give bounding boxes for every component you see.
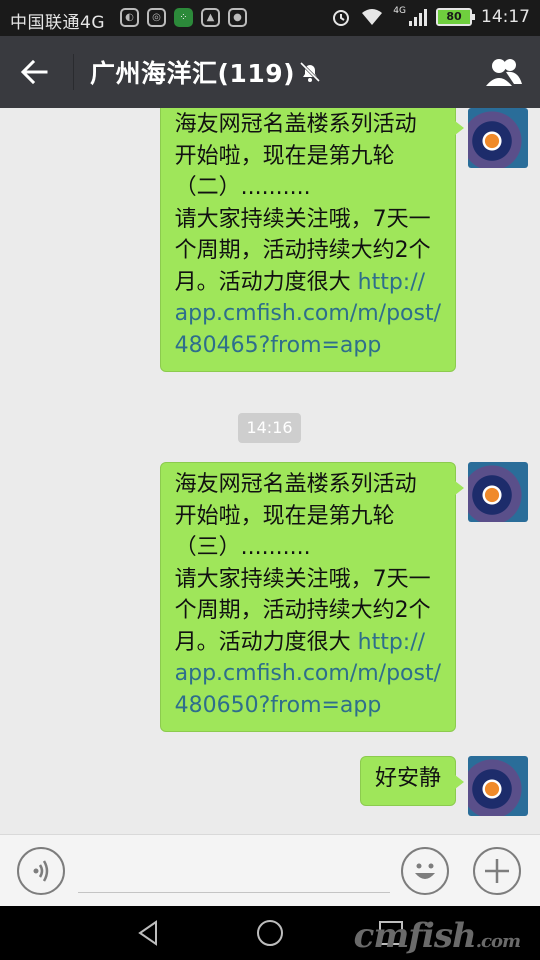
message-row: 海友网冠名盖楼系列活动 开始啦，现在是第九轮 （三）.......... 请大家… <box>159 462 528 732</box>
battery-level: 80 <box>438 10 470 24</box>
message-bubble[interactable]: 海友网冠名盖楼系列活动 开始啦，现在是第九轮 （三）.......... 请大家… <box>159 462 465 732</box>
avatar[interactable] <box>468 462 528 522</box>
chat-header: 广州海洋汇(119) <box>0 36 540 108</box>
muted-bell-icon <box>299 61 321 83</box>
status-bar: 中国联通4G ◐ ◎ ⁘ ▲ ● 4G 80 14:17 <box>0 0 540 36</box>
chat-title: 广州海洋汇(119) <box>90 59 296 88</box>
message-row: 好安静 <box>359 756 528 816</box>
nav-back-icon[interactable] <box>134 918 164 948</box>
clock: 14:17 <box>481 7 530 27</box>
carrier-label: 中国联通4G <box>10 13 105 33</box>
input-bar <box>0 834 540 906</box>
system-nav-bar: cmfish.com <box>0 906 540 960</box>
wifi-icon <box>362 9 383 25</box>
smiley-icon <box>415 863 435 879</box>
alarm-icon <box>333 10 350 26</box>
notification-icons: ◐ ◎ ⁘ ▲ ● <box>120 8 247 27</box>
more-actions-button[interactable] <box>473 847 521 895</box>
status-right: 4G 80 14:17 <box>331 6 530 27</box>
watermark-logo: cmfish.com <box>353 916 521 956</box>
emoji-button[interactable] <box>401 847 449 895</box>
back-arrow-icon[interactable] <box>18 56 50 88</box>
signal-icon <box>409 8 427 26</box>
chat-bubble-icon: ● <box>228 8 247 27</box>
message-bubble[interactable]: 好安静 <box>359 756 465 806</box>
message-text: 海友网冠名盖楼系列活动 开始啦，现在是第九轮 （二）.......... 请大家… <box>174 112 431 295</box>
group-members-icon[interactable] <box>484 56 524 88</box>
message-text: 好安静 <box>374 766 441 791</box>
cloud-sync-icon: ◐ <box>120 8 139 27</box>
browser-icon: ◎ <box>147 8 166 27</box>
watermark-suffix: .com <box>475 931 521 952</box>
avatar[interactable] <box>468 108 528 168</box>
message-input[interactable] <box>78 853 390 893</box>
message-bubble[interactable]: 海友网冠名盖楼系列活动 开始啦，现在是第九轮 （二）.......... 请大家… <box>159 108 465 372</box>
plus-icon <box>485 859 509 883</box>
app-grid-icon: ⁘ <box>174 8 193 27</box>
message-list[interactable]: 海友网冠名盖楼系列活动 开始啦，现在是第九轮 （二）.......... 请大家… <box>0 108 540 834</box>
message-row: 海友网冠名盖楼系列活动 开始啦，现在是第九轮 （二）.......... 请大家… <box>159 108 528 372</box>
timestamp-badge: 14:16 <box>238 413 301 443</box>
voice-input-button[interactable] <box>17 847 65 895</box>
network-type-badge: 4G <box>393 6 406 16</box>
nav-home-icon[interactable] <box>255 918 285 948</box>
watermark-brand: cmfish <box>353 916 477 956</box>
battery-icon: 80 <box>436 8 475 26</box>
avatar[interactable] <box>468 756 528 816</box>
photo-icon: ▲ <box>201 8 220 27</box>
header-divider <box>73 54 74 90</box>
voice-icon <box>33 860 49 882</box>
message-text: 海友网冠名盖楼系列活动 开始啦，现在是第九轮 （三）.......... 请大家… <box>174 472 431 655</box>
